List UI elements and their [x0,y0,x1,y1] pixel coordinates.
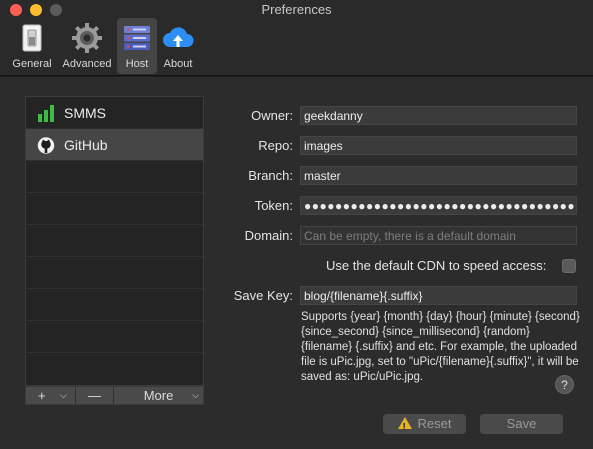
host-item-smms[interactable]: SMMS [26,97,203,129]
title-bar: Preferences General Advanced Host About [0,0,593,76]
owner-label: Owner: [251,108,293,123]
toolbar-about-label: About [163,58,193,70]
list-item [26,225,203,257]
list-item [26,193,203,225]
save-button[interactable]: Save [480,414,563,434]
help-button[interactable]: ? [555,375,574,394]
host-list[interactable]: SMMS GitHub [25,96,204,386]
toolbar-general-label: General [12,58,52,70]
list-item [26,289,203,321]
reset-label: Reset [417,416,452,431]
toolbar-host[interactable]: Host [117,18,157,74]
host-item-github[interactable]: GitHub [26,129,203,161]
list-item [26,257,203,289]
add-host-label: + [38,388,46,403]
branch-label: Branch: [248,168,293,183]
owner-field[interactable]: geekdanny [300,106,577,125]
toolbar-advanced-label: Advanced [62,58,112,70]
host-list-controls: + ⌵ — More ⌵ [25,386,204,405]
cdn-checkbox[interactable] [562,259,576,273]
list-item [26,161,203,193]
host-item-label: SMMS [64,105,106,121]
branch-field[interactable]: master [300,166,577,185]
toolbar-about[interactable]: About [158,18,198,74]
token-field[interactable]: ●●●●●●●●●●●●●●●●●●●●●●●●●●●●●●●●●●●●●●… [300,196,577,215]
add-host-button[interactable]: + ⌵ [26,387,76,404]
save-key-help-text: Supports {year} {month} {day} {hour} {mi… [301,311,580,383]
toolbar-advanced[interactable]: Advanced [58,18,116,74]
chevron-down-icon: ⌵ [192,390,199,400]
more-menu-button[interactable]: More ⌵ [114,387,203,404]
cdn-option-label: Use the default CDN to speed access: [326,258,547,273]
list-item [26,321,203,353]
repo-field[interactable]: images [300,136,577,155]
token-label: Token: [254,198,293,213]
warning-icon [397,417,412,438]
reset-button[interactable]: Reset [383,414,466,438]
domain-field[interactable]: Can be empty, there is a default domain [300,226,577,245]
window-title: Preferences [261,2,332,17]
save-key-label: Save Key: [233,288,293,303]
toolbar-host-label: Host [125,58,149,70]
save-key-field[interactable]: blog/{filename}{.suffix} [300,286,577,305]
remove-host-button[interactable]: — [76,387,114,404]
host-item-label: GitHub [64,137,108,153]
cloud-upload-icon [162,22,194,54]
domain-label: Domain: [244,228,293,243]
toolbar-general[interactable]: General [6,18,58,74]
repo-label: Repo: [258,138,293,153]
bars-icon [37,105,55,122]
server-icon [121,22,153,54]
more-menu-label: More [143,388,174,403]
github-icon [37,137,55,154]
gear-icon [71,22,103,54]
switch-icon [16,22,48,54]
chevron-down-icon: ⌵ [60,390,67,400]
